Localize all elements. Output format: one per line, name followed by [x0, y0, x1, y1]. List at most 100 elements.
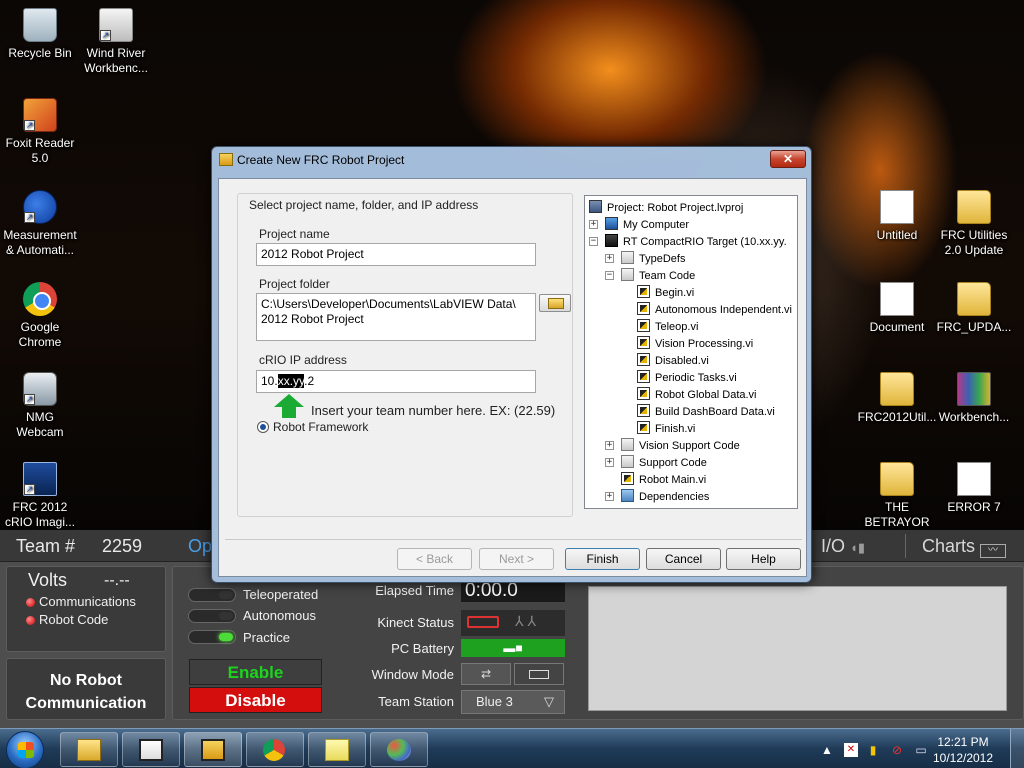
tree-item[interactable]: Finish.vi [637, 421, 695, 435]
desktop-icon-document[interactable]: Document [857, 282, 937, 335]
webcam-icon: ↗ [23, 372, 57, 406]
desktop-icon-frc-update[interactable]: FRC_UPDA... [934, 282, 1014, 335]
tab-io[interactable]: I/O ◖▮ [821, 536, 865, 557]
show-hidden-icons-icon[interactable]: ▲ [820, 743, 834, 757]
communications-status: Communications [39, 594, 136, 609]
project-folder-input[interactable]: C:\Users\Developer\Documents\LabVIEW Dat… [256, 293, 536, 341]
tree-item[interactable]: Periodic Tasks.vi [637, 370, 737, 384]
folder-icon [621, 268, 634, 281]
robot-framework-radio[interactable] [257, 421, 269, 433]
tree-item[interactable]: Project: Robot Project.lvproj [589, 200, 743, 214]
elapsed-time-label: Elapsed Time [375, 583, 454, 598]
tree-item[interactable]: Robot Global Data.vi [637, 387, 757, 401]
desktop-icon-foxit-reader[interactable]: ↗ Foxit Reader 5.0 [0, 98, 80, 166]
power-icon[interactable]: ▭ [914, 743, 928, 757]
windows-logo-icon [18, 742, 34, 758]
taskbar-sticky-notes[interactable] [308, 732, 366, 767]
tab-charts[interactable]: Charts 〰 [922, 536, 1007, 558]
mode-indicator-icon [219, 633, 233, 641]
mode-autonomous-label: Autonomous [243, 608, 316, 623]
tree-item[interactable]: Robot Main.vi [621, 472, 706, 486]
chrome-icon [23, 282, 57, 316]
expand-icon[interactable]: + [605, 441, 614, 450]
expand-icon[interactable]: + [605, 492, 614, 501]
tree-item[interactable]: Teleop.vi [637, 319, 698, 333]
back-button[interactable]: < Back [397, 548, 472, 570]
mode-indicator-icon [219, 612, 233, 620]
close-button[interactable]: ✕ [770, 150, 806, 168]
tree-item[interactable]: Dependencies [621, 489, 709, 503]
window-mode-floating-button[interactable] [514, 663, 564, 685]
tree-item[interactable]: Vision Support Code [621, 438, 740, 452]
taskbar-paint[interactable] [370, 732, 428, 767]
desktop-icon-label: Document [869, 320, 925, 334]
desktop-icon-recycle-bin[interactable]: Recycle Bin [0, 8, 80, 61]
expand-icon[interactable]: + [589, 220, 598, 229]
desktop-icon-chrome[interactable]: Google Chrome [0, 282, 80, 350]
labview-icon [219, 153, 233, 166]
tree-item[interactable]: Team Code [621, 268, 695, 282]
finish-button[interactable]: Finish [565, 548, 640, 570]
desktop-icon-frc-utilities[interactable]: FRC Utilities 2.0 Update [934, 190, 1014, 258]
tree-item[interactable]: Vision Processing.vi [637, 336, 753, 350]
system-clock[interactable]: 12:21 PM 10/12/2012 [928, 734, 998, 766]
show-desktop-button[interactable] [1010, 729, 1024, 768]
desktop-icon-frc-imaging[interactable]: ↗ FRC 2012 cRIO Imagi... [0, 462, 80, 530]
create-frc-project-dialog: Create New FRC Robot Project ✕ Select pr… [211, 146, 812, 583]
ip-address-input[interactable]: 10.xx.yy.2 [256, 370, 536, 393]
start-button[interactable] [6, 731, 44, 768]
tree-item[interactable]: TypeDefs [621, 251, 685, 265]
desktop-icon-untitled[interactable]: Untitled [857, 190, 937, 243]
desktop-icon-workbench-archive[interactable]: Workbench... [934, 372, 1014, 425]
tree-item-label: Project: Robot Project.lvproj [607, 202, 744, 214]
expand-icon[interactable]: + [605, 254, 614, 263]
labview-icon [139, 739, 163, 761]
taskbar-explorer[interactable] [60, 732, 118, 767]
enable-button[interactable]: Enable [189, 659, 322, 685]
network-icon[interactable]: ▮ [866, 743, 880, 757]
tree-item[interactable]: My Computer [605, 217, 689, 231]
taskbar-chrome[interactable] [246, 732, 304, 767]
tree-item-label: Support Code [639, 457, 707, 469]
mode-selector-teleoperated[interactable] [188, 588, 236, 602]
browse-folder-button[interactable] [539, 294, 571, 312]
desktop-icon-ni-max[interactable]: ↗ Measurement & Automati... [0, 190, 80, 258]
tree-item[interactable]: Disabled.vi [637, 353, 709, 367]
disable-button[interactable]: Disable [189, 687, 322, 713]
tab-operation[interactable]: Op [188, 536, 212, 557]
vi-icon [637, 319, 650, 332]
desktop-icon-the-betrayor[interactable]: THE BETRAYOR [857, 462, 937, 530]
help-button[interactable]: Help [726, 548, 801, 570]
next-button[interactable]: Next > [479, 548, 554, 570]
collapse-icon[interactable]: − [605, 271, 614, 280]
project-name-input[interactable]: 2012 Robot Project [256, 243, 536, 266]
tree-item[interactable]: Build DashBoard Data.vi [637, 404, 775, 418]
action-center-icon[interactable]: ✕ [844, 743, 858, 757]
tree-item[interactable]: Support Code [621, 455, 707, 469]
pc-battery-label: PC Battery [391, 641, 454, 656]
window-mode-docked-button[interactable]: ⇄ [461, 663, 511, 685]
mode-selector-autonomous[interactable] [188, 609, 236, 623]
desktop-icon-frc2012util[interactable]: FRC2012Util... [857, 372, 937, 425]
volts-label: Volts [28, 570, 68, 590]
volume-muted-icon[interactable]: ⊘ [890, 743, 904, 757]
mode-selector-practice[interactable] [188, 630, 236, 644]
kinect-status-indicator: ⅄ ⅄ [461, 610, 565, 636]
frc-imaging-icon: ↗ [23, 462, 57, 496]
desktop-icon-webcam[interactable]: ↗ NMG Webcam [0, 372, 80, 440]
taskbar: ▲ ✕ ▮ ⊘ ▭ 12:21 PM 10/12/2012 [0, 728, 1024, 768]
team-station-select[interactable]: Blue 3 ▽ [461, 690, 565, 714]
taskbar-labview[interactable] [122, 732, 180, 767]
desktop-icon-error-7[interactable]: ERROR 7 [934, 462, 1014, 515]
tree-item[interactable]: Begin.vi [637, 285, 694, 299]
project-tree[interactable]: Project: Robot Project.lvproj + My Compu… [584, 195, 798, 509]
taskbar-labview-active[interactable] [184, 732, 242, 767]
cancel-button[interactable]: Cancel [646, 548, 721, 570]
collapse-icon[interactable]: − [589, 237, 598, 246]
shortcut-arrow-icon: ↗ [24, 120, 35, 131]
desktop-icon-wind-river[interactable]: ↗ Wind River Workbenc... [76, 8, 156, 76]
tree-item[interactable]: Autonomous Independent.vi [637, 302, 792, 316]
chevron-down-icon: ▽ [544, 694, 554, 709]
expand-icon[interactable]: + [605, 458, 614, 467]
tree-item[interactable]: RT CompactRIO Target (10.xx.yy. [605, 234, 787, 248]
